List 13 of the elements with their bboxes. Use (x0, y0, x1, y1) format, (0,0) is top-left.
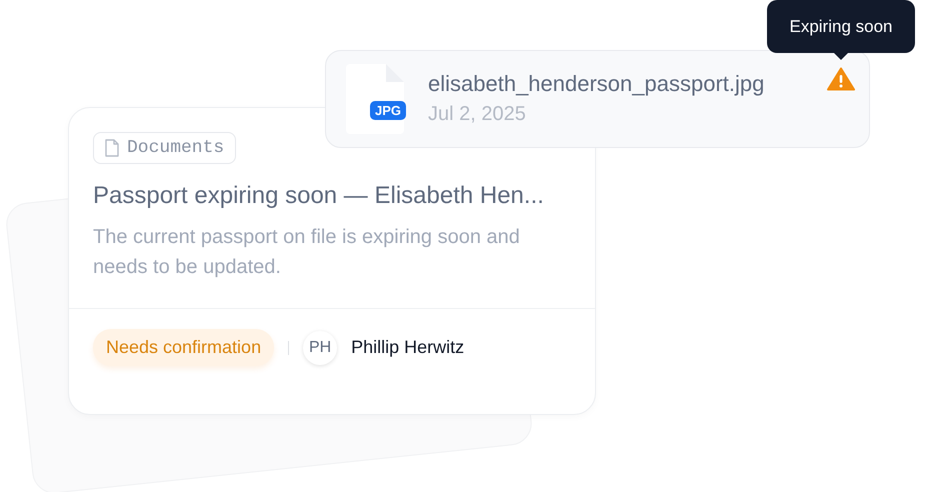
status-badge: Needs confirmation (93, 329, 274, 366)
file-date: Jul 2, 2025 (428, 103, 527, 126)
tag-label: Documents (127, 138, 224, 158)
card-title: Passport expiring soon — Elisabeth Hen... (93, 182, 544, 210)
assignee-name: Phillip Herwitz (351, 337, 464, 358)
tooltip-arrow (834, 53, 848, 60)
card-description: The current passport on file is expiring soon and needs to be updated. (93, 225, 521, 280)
file-type-badge: JPG (370, 101, 406, 120)
warning-icon (827, 67, 855, 91)
document-icon (105, 139, 119, 157)
file-name: elisabeth_henderson_passport.jpg (428, 71, 766, 97)
avatar: PH (303, 330, 338, 364)
tooltip: Expiring soon (767, 0, 915, 53)
